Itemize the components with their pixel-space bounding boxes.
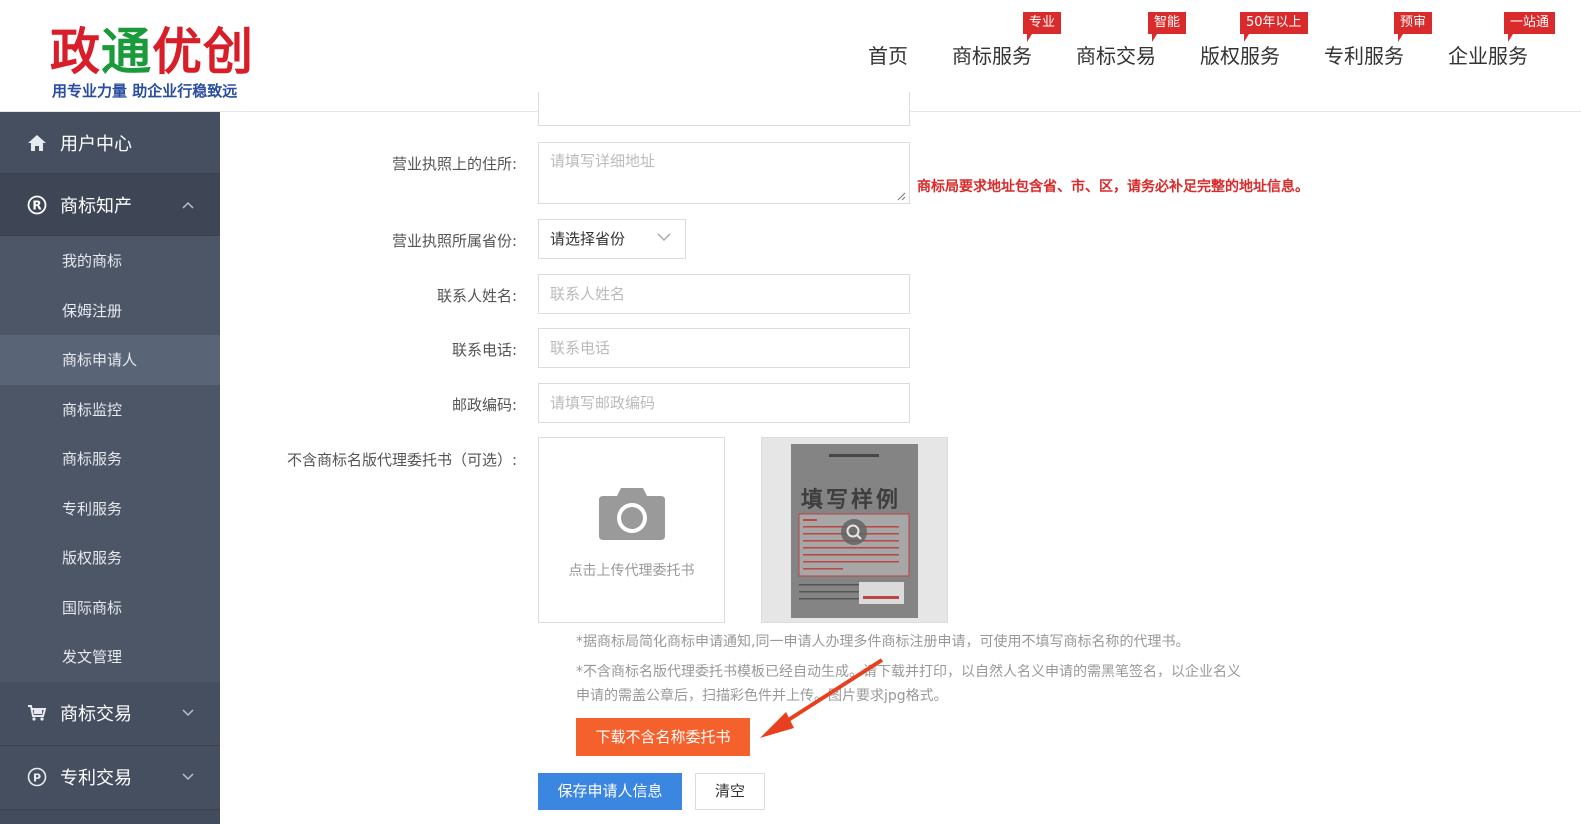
nav-item-trademark-service[interactable]: 商标服务 — [952, 40, 1032, 69]
chevron-down-icon — [182, 770, 194, 784]
nav-item-patent-service[interactable]: 专利服务 — [1324, 40, 1404, 69]
logo-title: 政通优创 — [50, 22, 280, 82]
sidebar-sub-item[interactable]: 商标监控 — [0, 385, 220, 435]
sidebar-label-trademark-trade: 商标交易 — [60, 704, 132, 725]
nav-badge-patent-service: 预审 — [1394, 12, 1433, 42]
sidebar-sub-item[interactable]: 我的商标 — [0, 236, 220, 286]
site-logo[interactable]: 政通优创 用专业力量 助企业行稳致远 — [50, 22, 280, 102]
sidebar-submenu: 我的商标 保姆注册 商标申请人 商标监控 商标服务 专利服务 版权服务 国际商标… — [0, 236, 220, 682]
sidebar-sub-item[interactable]: 发文管理 — [0, 632, 220, 682]
logo-char-3: 优创 — [152, 22, 254, 81]
sidebar-label-trademark-ip: 商标知产 — [60, 195, 132, 217]
home-icon — [26, 132, 48, 154]
logo-slogan: 用专业力量 助企业行稳致远 — [52, 82, 238, 100]
red-arrow-annotation — [760, 658, 884, 738]
sidebar-sub-item[interactable]: 版权服务 — [0, 533, 220, 583]
sidebar-item-trademark-ip[interactable]: R 商标知产 — [0, 174, 220, 236]
sidebar-sub-item[interactable]: 国际商标 — [0, 583, 220, 633]
main-nav: 首页 专业 商标服务 智能 商标交易 50年以上 版权服务 预审 专利服务 一站… — [846, 0, 1576, 112]
sidebar-item-patent-trade[interactable]: P 专利交易 — [0, 745, 220, 810]
nav-badge-trademark-service: 专业 — [1023, 12, 1062, 42]
chevron-up-icon — [182, 198, 194, 212]
sidebar-label-patent-trade: 专利交易 — [60, 768, 132, 789]
logo-char-1: 政 — [50, 22, 101, 81]
sidebar-sub-item-active[interactable]: 商标申请人 — [0, 335, 220, 385]
sidebar-sub-item[interactable]: 商标服务 — [0, 434, 220, 484]
logo-char-2: 通 — [101, 22, 152, 81]
svg-text:R: R — [32, 198, 41, 212]
nav-badge-copyright-service: 50年以上 — [1240, 12, 1308, 42]
sidebar-sub-item[interactable]: 保姆注册 — [0, 286, 220, 336]
sidebar: 用户中心 R 商标知产 我的商标 保姆注册 商标申请人 商标监控 商标服务 专利… — [0, 112, 220, 824]
nav-item-copyright-service[interactable]: 版权服务 — [1200, 40, 1280, 69]
registered-icon: R — [26, 194, 48, 216]
cart-icon — [26, 702, 48, 724]
nav-item-enterprise-service[interactable]: 企业服务 — [1448, 40, 1528, 69]
applicant-form: 营业执照上的住所: 请填写详细地址 商标局要求地址包含省、市、区，请务必补足完整… — [220, 92, 1581, 824]
nav-badge-trademark-trade: 智能 — [1148, 12, 1187, 42]
save-applicant-button[interactable]: 保存申请人信息 — [538, 773, 682, 810]
nav-badge-enterprise-service: 一站通 — [1504, 12, 1556, 42]
nav-item-trademark-trade[interactable]: 商标交易 — [1076, 40, 1156, 69]
sidebar-item-user-center[interactable]: 用户中心 — [0, 112, 220, 174]
sidebar-sub-item[interactable]: 专利服务 — [0, 484, 220, 534]
nav-item-home[interactable]: 首页 — [868, 40, 908, 69]
address-note: 商标局要求地址包含省、市、区，请务必补足完整的地址信息。 — [917, 179, 1309, 195]
clear-button[interactable]: 清空 — [695, 773, 765, 810]
chevron-down-icon — [182, 706, 194, 720]
svg-text:P: P — [33, 772, 41, 785]
sidebar-label-user-center: 用户中心 — [60, 133, 132, 155]
patent-icon: P — [26, 766, 48, 788]
sidebar-item-trademark-trade[interactable]: 商标交易 — [0, 681, 220, 746]
